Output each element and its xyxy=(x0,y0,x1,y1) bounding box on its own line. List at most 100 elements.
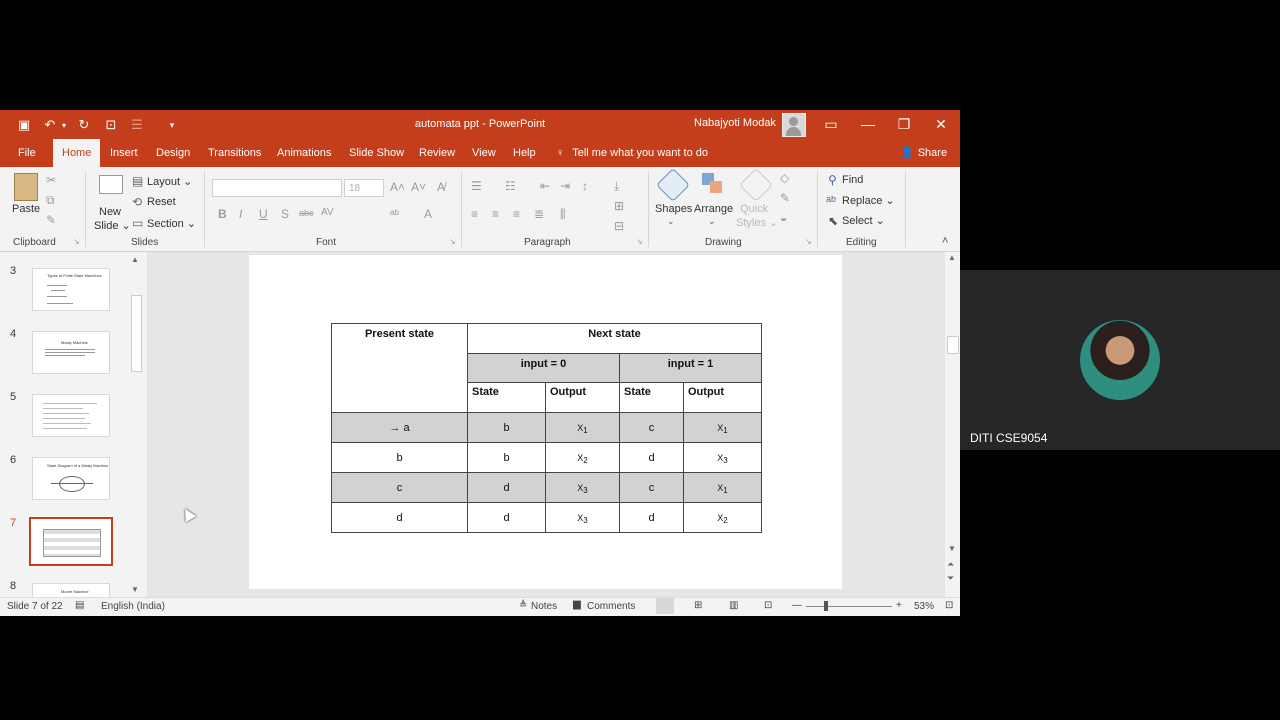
share-button[interactable]: 👤 Share xyxy=(900,139,947,168)
shapes-dropdown-icon[interactable]: ⌄ xyxy=(667,216,675,227)
zoom-out-icon[interactable]: — xyxy=(792,600,802,611)
editor-scrollbar[interactable]: ▲ ▼ ⏶ ⏷ xyxy=(945,252,960,597)
tab-review[interactable]: Review xyxy=(410,139,464,167)
shadow-button[interactable]: S xyxy=(281,207,289,221)
paste-icon[interactable] xyxy=(14,173,38,201)
zoom-level[interactable]: 53% xyxy=(914,601,934,612)
find-button[interactable]: Find xyxy=(842,174,863,186)
tab-design[interactable]: Design xyxy=(147,139,199,167)
slide-sorter-icon[interactable]: ⊞ xyxy=(694,600,702,611)
paste-button[interactable]: Paste xyxy=(12,203,40,215)
strikethrough-button[interactable]: abc xyxy=(299,208,314,218)
tab-slide-show[interactable]: Slide Show xyxy=(340,139,413,167)
bold-button[interactable]: B xyxy=(218,207,227,221)
arrange-dropdown-icon[interactable]: ⌄ xyxy=(708,216,716,227)
tab-transitions[interactable]: Transitions xyxy=(199,139,270,167)
align-text-icon[interactable]: ⊞ xyxy=(614,199,624,213)
tab-animations[interactable]: Animations xyxy=(268,139,340,167)
thumb-slide-3[interactable]: Types of Finite State Machines xyxy=(32,268,110,311)
italic-button[interactable]: I xyxy=(239,207,242,221)
tab-file[interactable]: File xyxy=(9,139,45,167)
minimize-button[interactable]: — xyxy=(858,115,878,133)
fit-slide-icon[interactable]: ⊡ xyxy=(945,600,953,611)
font-launcher-icon[interactable]: ↘ xyxy=(449,237,456,246)
align-left-icon[interactable]: ≡ xyxy=(471,207,478,221)
user-avatar[interactable] xyxy=(782,113,806,137)
justify-icon[interactable]: ≣ xyxy=(534,207,544,221)
copy-icon[interactable]: ⧉ xyxy=(46,193,55,208)
zoom-in-icon[interactable]: + xyxy=(896,600,902,611)
ribbon-display-options-icon[interactable]: ▭ xyxy=(821,115,841,133)
next-slide-icon[interactable]: ⏷ xyxy=(947,573,954,584)
thumb-slide-8[interactable]: Moore Machine xyxy=(32,583,110,597)
layout-button[interactable]: Layout ⌄ xyxy=(147,175,192,188)
scroll-thumb[interactable] xyxy=(131,295,142,372)
reading-view-icon[interactable]: ▥ xyxy=(729,600,738,611)
drawing-launcher-icon[interactable]: ↘ xyxy=(805,237,812,246)
bullets-icon[interactable]: ☰ xyxy=(471,179,482,193)
slide-counter[interactable]: Slide 7 of 22 xyxy=(7,601,63,612)
arrange-button[interactable]: Arrange xyxy=(694,203,733,215)
line-spacing-icon[interactable]: ↕ xyxy=(582,179,588,193)
tab-home[interactable]: Home xyxy=(53,139,101,167)
decrease-font-icon[interactable]: A˅ xyxy=(411,180,426,194)
shape-fill-icon[interactable]: ◇ xyxy=(780,171,789,185)
scroll-down-icon[interactable]: ▼ xyxy=(131,585,139,594)
thumb-slide-4[interactable]: Mealy Machine xyxy=(32,331,110,374)
thumb-slide-7[interactable] xyxy=(29,517,113,566)
character-spacing-button[interactable]: AV xyxy=(321,207,334,218)
section-button[interactable]: Section ⌄ xyxy=(147,217,196,230)
reset-button[interactable]: Reset xyxy=(147,196,176,208)
text-direction-icon[interactable]: ⤓ xyxy=(614,179,619,194)
previous-slide-icon[interactable]: ⏶ xyxy=(947,559,954,570)
tab-view[interactable]: View xyxy=(463,139,505,167)
comments-button[interactable]: Comments xyxy=(587,601,635,612)
highlight-icon[interactable]: ᵃᵇ xyxy=(390,207,399,221)
shapes-button[interactable]: Shapes xyxy=(655,203,692,215)
spelling-icon[interactable]: ▤ xyxy=(75,600,84,611)
tab-insert[interactable]: Insert xyxy=(101,139,147,167)
state-table[interactable]: Present state Next state input = 0 input… xyxy=(331,323,762,533)
scroll-thumb[interactable] xyxy=(947,336,959,354)
select-button[interactable]: Select ⌄ xyxy=(842,214,885,227)
zoom-slider[interactable] xyxy=(806,606,892,607)
align-center-icon[interactable]: ≡ xyxy=(492,207,499,221)
font-size-input[interactable]: 18 xyxy=(344,179,384,197)
new-slide-label-2[interactable]: Slide ⌄ xyxy=(94,219,131,232)
increase-indent-icon[interactable]: ⇥ xyxy=(560,179,570,193)
scroll-down-icon[interactable]: ▼ xyxy=(948,544,956,553)
numbering-icon[interactable]: ☷ xyxy=(505,179,516,193)
quick-styles-label-1[interactable]: Quick xyxy=(740,203,768,215)
paragraph-launcher-icon[interactable]: ↘ xyxy=(636,237,643,246)
scroll-up-icon[interactable]: ▲ xyxy=(948,253,956,262)
decrease-indent-icon[interactable]: ⇤ xyxy=(540,179,550,193)
current-slide[interactable]: Present state Next state input = 0 input… xyxy=(249,255,842,589)
cut-icon[interactable]: ✂ xyxy=(46,173,56,187)
new-slide-icon[interactable] xyxy=(99,175,123,194)
increase-font-icon[interactable]: A˄ xyxy=(390,180,405,194)
user-name[interactable]: Nabajyoti Modak xyxy=(694,117,776,129)
scroll-up-icon[interactable]: ▲ xyxy=(131,255,139,264)
replace-button[interactable]: Replace ⌄ xyxy=(842,194,895,207)
zoom-slider-thumb[interactable] xyxy=(824,601,828,611)
tell-me-search[interactable]: ♀ Tell me what you want to do xyxy=(556,139,708,168)
thumbnails-scrollbar[interactable]: ▲ ▼ xyxy=(129,255,142,597)
clipboard-launcher-icon[interactable]: ↘ xyxy=(73,237,80,246)
tab-help[interactable]: Help xyxy=(504,139,545,167)
clear-formatting-icon[interactable]: A̸ xyxy=(437,180,445,194)
quick-styles-label-2[interactable]: Styles ⌄ xyxy=(736,216,778,229)
language-indicator[interactable]: English (India) xyxy=(101,601,165,612)
restore-button[interactable]: ❐ xyxy=(894,115,914,133)
shapes-icon[interactable] xyxy=(656,168,690,202)
slideshow-icon[interactable]: ⊡ xyxy=(764,600,772,611)
thumb-slide-5[interactable] xyxy=(32,394,110,437)
normal-view-icon[interactable] xyxy=(656,598,674,614)
shape-effects-icon[interactable]: ◒ xyxy=(780,211,787,225)
format-painter-icon[interactable]: ✎ xyxy=(46,213,56,227)
smartart-icon[interactable]: ⊟ xyxy=(614,219,624,233)
collapse-ribbon-icon[interactable]: ˄ xyxy=(942,235,948,247)
new-slide-label-1[interactable]: New xyxy=(99,206,121,218)
columns-icon[interactable]: ⫼ xyxy=(560,207,566,222)
align-right-icon[interactable]: ≡ xyxy=(513,207,520,221)
thumb-slide-6[interactable]: State Diagram of a Mealy Machine xyxy=(32,457,110,500)
